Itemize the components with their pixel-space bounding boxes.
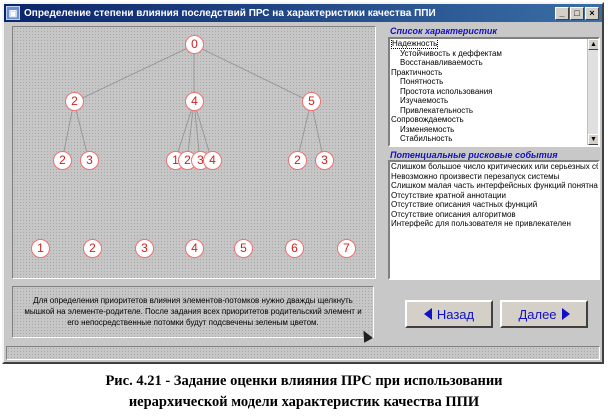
- tree-node-l2[interactable]: 3: [315, 151, 334, 170]
- characteristic-item[interactable]: Стабильность: [390, 134, 598, 144]
- maximize-button[interactable]: □: [570, 6, 584, 20]
- risk-event-item[interactable]: Слишком малая часть интерфейсных функций…: [390, 181, 598, 191]
- hierarchy-tree-panel[interactable]: 0 2 4 5 2 3 1 2 3 4 2 3 1 2 3 4 5 6 7: [12, 26, 376, 279]
- characteristic-item-label: Привлекательность: [400, 105, 474, 115]
- tree-node-bottom[interactable]: 3: [135, 239, 154, 258]
- risk-events-items: Слишком большое число критических или се…: [390, 162, 598, 229]
- characteristic-item-label: Изменяемость: [400, 124, 455, 134]
- minimize-button[interactable]: _: [555, 6, 569, 20]
- info-panel: Для определения приоритетов влияния элем…: [12, 286, 374, 338]
- title-bar: ▣ Определение степени влияния последстви…: [4, 4, 602, 22]
- caption-line-1: Рис. 4.21 - Задание оценки влияния ПРС п…: [105, 373, 503, 389]
- characteristics-items: Надежность Устойчивость к деффектам Восста…: [390, 39, 598, 144]
- characteristics-listbox[interactable]: Надежность Устойчивость к деффектам Восста…: [388, 37, 600, 147]
- characteristic-item-label: Восстанавливаемость: [400, 58, 483, 67]
- close-button[interactable]: ×: [585, 6, 599, 20]
- tree-node-bottom[interactable]: 5: [234, 239, 253, 258]
- next-button[interactable]: Далее: [500, 300, 588, 328]
- risk-event-item[interactable]: Слишком большое число критических или се…: [390, 162, 598, 172]
- characteristic-item[interactable]: Изменяемость: [390, 125, 598, 135]
- next-button-label: Далее: [518, 306, 557, 322]
- tree-node-root[interactable]: 0: [185, 35, 204, 54]
- risk-event-item[interactable]: Невозможно произвести перезапуск системы: [390, 172, 598, 182]
- tree-node-bottom[interactable]: 4: [185, 239, 204, 258]
- characteristic-item[interactable]: Привлекательность: [390, 106, 598, 116]
- characteristic-item-label: Устойчивость к деффектам: [400, 48, 502, 58]
- tree-node-l2[interactable]: 4: [203, 151, 222, 170]
- tree-node-bottom[interactable]: 2: [83, 239, 102, 258]
- back-button-label: Назад: [436, 306, 475, 322]
- app-window: ▣ Определение степени влияния последстви…: [2, 2, 604, 364]
- tree-node-l2[interactable]: 2: [288, 151, 307, 170]
- tree-node-bottom[interactable]: 7: [337, 239, 356, 258]
- tree-node-l2[interactable]: 2: [53, 151, 72, 170]
- window-title: Определение степени влияния последствий …: [24, 7, 436, 19]
- scroll-up-icon[interactable]: ▲: [588, 39, 598, 50]
- characteristic-item-label: Простота использования: [400, 86, 493, 96]
- characteristic-item-label: Сопровождаемость: [391, 115, 464, 124]
- characteristic-item[interactable]: Сопровождаемость: [390, 115, 598, 125]
- back-button[interactable]: Назад: [405, 300, 493, 328]
- tree-node-l1[interactable]: 4: [185, 92, 204, 111]
- characteristic-item[interactable]: Устойчивость к деффектам: [390, 49, 598, 59]
- app-icon[interactable]: ▣: [6, 6, 20, 20]
- characteristic-item[interactable]: Простота использования: [390, 87, 598, 97]
- scroll-down-icon[interactable]: ▼: [588, 134, 598, 145]
- risk-events-label: Потенциальные рисковые события: [390, 150, 558, 160]
- characteristics-label: Список характеристик: [390, 26, 497, 36]
- characteristic-item-label: Стабильность: [400, 134, 453, 143]
- characteristic-item[interactable]: Восстанавливаемость: [390, 58, 598, 68]
- figure-caption: Рис. 4.21 - Задание оценки влияния ПРС п…: [0, 371, 608, 413]
- characteristic-item-label: Надежность: [391, 39, 439, 49]
- risk-events-listbox[interactable]: Слишком большое число критических или се…: [388, 160, 600, 280]
- characteristic-item[interactable]: Изучаемость: [390, 96, 598, 106]
- risk-event-item[interactable]: Интерфейс для пользователя не привлекате…: [390, 219, 598, 229]
- tree-node-l2[interactable]: 3: [80, 151, 99, 170]
- characteristic-item-label: Изучаемость: [400, 96, 449, 105]
- characteristic-item-label: Практичность: [391, 67, 443, 77]
- caption-line-2: иерархической модели характеристик качес…: [128, 394, 480, 410]
- tree-node-l1[interactable]: 2: [65, 92, 84, 111]
- risk-event-item[interactable]: Отсутствие описания алгоритмов: [390, 210, 598, 220]
- risk-event-item[interactable]: Отсутствие кратной аннотации: [390, 191, 598, 201]
- tree-node-bottom[interactable]: 1: [31, 239, 50, 258]
- risk-event-item[interactable]: Отсутствие описания частных функций: [390, 200, 598, 210]
- tree-node-l1[interactable]: 5: [302, 92, 321, 111]
- vertical-scrollbar[interactable]: ▲ ▼: [587, 39, 598, 145]
- tree-node-bottom[interactable]: 6: [285, 239, 304, 258]
- arrow-right-icon: [561, 308, 570, 320]
- characteristic-item-label: Понятность: [400, 77, 444, 86]
- characteristic-item[interactable]: Понятность: [390, 77, 598, 87]
- characteristic-item[interactable]: Надежность: [390, 39, 598, 49]
- status-bar: [6, 346, 600, 360]
- characteristic-item[interactable]: Практичность: [390, 68, 598, 78]
- arrow-left-icon: [423, 308, 432, 320]
